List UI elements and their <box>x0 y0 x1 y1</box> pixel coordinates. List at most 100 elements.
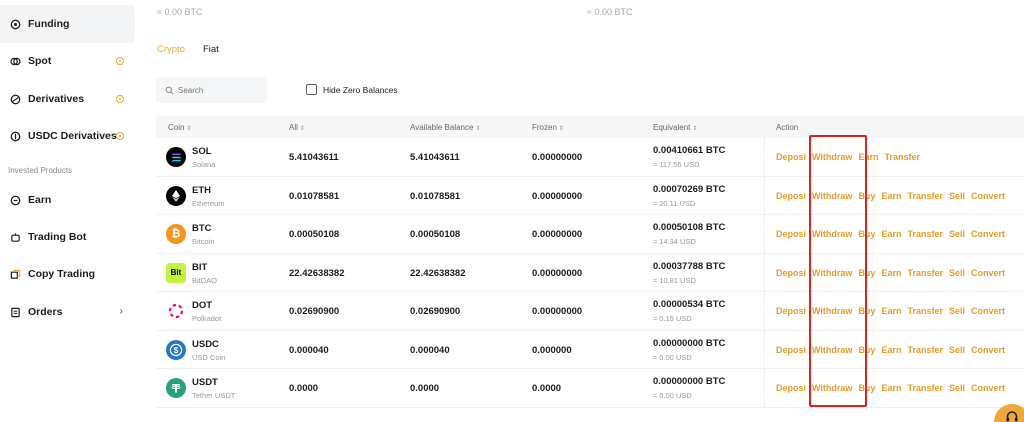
sidebar-item-usdc-derivatives[interactable]: USDC Derivatives <box>0 117 135 155</box>
sol-coin-icon <box>166 147 186 167</box>
coin-symbol: USDT <box>192 377 218 388</box>
transfer-link[interactable]: Transfer <box>884 152 920 162</box>
tab-fiat[interactable]: Fiat <box>203 44 219 61</box>
convert-link[interactable]: Convert <box>971 191 1005 201</box>
convert-link[interactable]: Convert <box>971 306 1005 316</box>
transfer-link[interactable]: Transfer <box>907 229 943 239</box>
earn-link[interactable]: Earn <box>881 191 901 201</box>
equivalent-btc: 0.00000000 BTC <box>653 337 726 349</box>
earn-link[interactable]: Earn <box>881 306 901 316</box>
earn-link[interactable]: Earn <box>881 268 901 278</box>
sell-link[interactable]: Sell <box>949 345 965 355</box>
sell-link[interactable]: Sell <box>949 229 965 239</box>
sidebar-item-orders[interactable]: Orders › <box>0 293 135 331</box>
equivalent-usd: ≈ 0.00 USD <box>653 391 692 400</box>
withdraw-link[interactable]: Withdraw <box>812 383 852 393</box>
withdraw-link[interactable]: Withdraw <box>812 345 852 355</box>
eth-coin-icon <box>166 185 186 206</box>
coin-symbol: BIT <box>192 261 208 273</box>
coin-name: Bitcoin <box>192 237 215 246</box>
trading-bot-icon <box>9 231 21 243</box>
earn-link[interactable]: Earn <box>881 345 901 355</box>
headset-icon <box>1006 411 1018 422</box>
coin-symbol: USDC <box>192 338 219 350</box>
sidebar-item-spot[interactable]: Spot <box>0 42 135 80</box>
transfer-link[interactable]: Transfer <box>907 345 943 355</box>
tab-crypto[interactable]: Crypto <box>157 44 185 61</box>
hide-zero-balances[interactable]: Hide Zero Balances <box>306 84 398 95</box>
convert-link[interactable]: Convert <box>971 268 1005 278</box>
row-actions: Deposi Withdraw Earn Transfer <box>776 152 920 162</box>
deposit-link[interactable]: Deposi <box>776 345 806 355</box>
sell-link[interactable]: Sell <box>949 383 965 393</box>
row-actions: Deposi Withdraw Buy Earn Transfer Sell C… <box>776 268 1005 278</box>
withdraw-link[interactable]: Withdraw <box>812 306 852 316</box>
total-btc-right: ≈ 0.00 BTC <box>587 7 633 17</box>
equivalent-btc: 0.00037788 BTC <box>653 260 726 272</box>
search-input[interactable] <box>178 85 258 95</box>
hide-zero-checkbox[interactable] <box>306 84 317 95</box>
balance-available: 0.000040 <box>410 344 450 356</box>
sell-link[interactable]: Sell <box>949 268 965 278</box>
total-btc-left: ≈ 0.00 BTC <box>157 7 203 17</box>
sidebar-item-earn[interactable]: Earn <box>0 181 135 219</box>
buy-link[interactable]: Buy <box>858 268 875 278</box>
withdraw-link[interactable]: Withdraw <box>812 152 852 162</box>
transfer-link[interactable]: Transfer <box>907 383 943 393</box>
sell-link[interactable]: Sell <box>949 306 965 316</box>
orders-icon <box>9 306 21 318</box>
deposit-link[interactable]: Deposi <box>776 268 806 278</box>
balance-available: 5.41043611 <box>410 152 460 163</box>
sidebar-item-trading-bot[interactable]: Trading Bot <box>0 218 135 256</box>
withdraw-link[interactable]: Withdraw <box>812 268 852 278</box>
buy-link[interactable]: Buy <box>858 191 875 201</box>
deposit-link[interactable]: Deposi <box>776 152 806 162</box>
equivalent-btc: 0.00000534 BTC <box>653 299 726 310</box>
row-actions: Deposi Withdraw Buy Earn Transfer Sell C… <box>776 229 1005 239</box>
transfer-link[interactable]: Transfer <box>907 268 943 278</box>
transfer-link[interactable]: Transfer <box>907 191 943 201</box>
sidebar-item-derivatives[interactable]: Derivatives <box>0 80 135 118</box>
earn-link[interactable]: Earn <box>858 152 878 162</box>
deposit-link[interactable]: Deposi <box>776 229 806 239</box>
equivalent-usd: ≈ 14.34 USD <box>653 237 696 246</box>
coin-symbol: DOT <box>192 300 213 311</box>
column-header-action: Action <box>776 123 799 132</box>
sidebar-item-funding[interactable]: Funding <box>0 5 135 43</box>
buy-link[interactable]: Buy <box>858 306 875 316</box>
balance-available: 22.42638382 <box>410 267 466 279</box>
buy-link[interactable]: Buy <box>858 383 875 393</box>
column-header-coin[interactable]: Coin ⇕ <box>168 123 191 132</box>
convert-link[interactable]: Convert <box>971 229 1005 239</box>
deposit-link[interactable]: Deposi <box>776 191 806 201</box>
deposit-link[interactable]: Deposi <box>776 383 806 393</box>
balance-frozen: 0.0000 <box>532 383 562 394</box>
withdraw-link[interactable]: Withdraw <box>812 229 852 239</box>
sidebar-item-copy-trading[interactable]: Copy Trading <box>0 255 135 293</box>
btc-coin-icon: ₿ <box>166 224 186 244</box>
convert-link[interactable]: Convert <box>971 383 1005 393</box>
buy-link[interactable]: Buy <box>858 345 875 355</box>
transfer-link[interactable]: Transfer <box>907 306 943 316</box>
column-header-frozen[interactable]: Frozen ⇕ <box>532 123 564 132</box>
funding-icon <box>9 18 21 30</box>
sidebar: Funding Spot Derivatives USDC Derivative… <box>0 0 135 422</box>
column-header-available[interactable]: Available Balance ⇕ <box>410 123 480 132</box>
column-header-all[interactable]: All ⇕ <box>289 123 305 132</box>
withdraw-link[interactable]: Withdraw <box>812 191 852 201</box>
earn-link[interactable]: Earn <box>881 383 901 393</box>
search-icon <box>165 86 174 94</box>
earn-link[interactable]: Earn <box>881 229 901 239</box>
search-box[interactable] <box>156 77 267 103</box>
buy-link[interactable]: Buy <box>858 229 875 239</box>
coin-name: Tether USDT <box>192 391 236 400</box>
column-header-equivalent[interactable]: Equivalent ⇕ <box>653 123 697 132</box>
table-row: DOT Polkadot 0.02690900 0.02690900 0.000… <box>156 292 1024 331</box>
table-row: SOL Solana 5.41043611 5.41043611 0.00000… <box>156 138 1024 177</box>
sell-link[interactable]: Sell <box>949 191 965 201</box>
convert-link[interactable]: Convert <box>971 345 1005 355</box>
info-badge-icon <box>116 57 124 65</box>
deposit-link[interactable]: Deposi <box>776 306 806 316</box>
equivalent-usd: ≈ 117.56 USD <box>653 160 700 169</box>
equivalent-btc: 0.00050108 BTC <box>653 222 726 233</box>
